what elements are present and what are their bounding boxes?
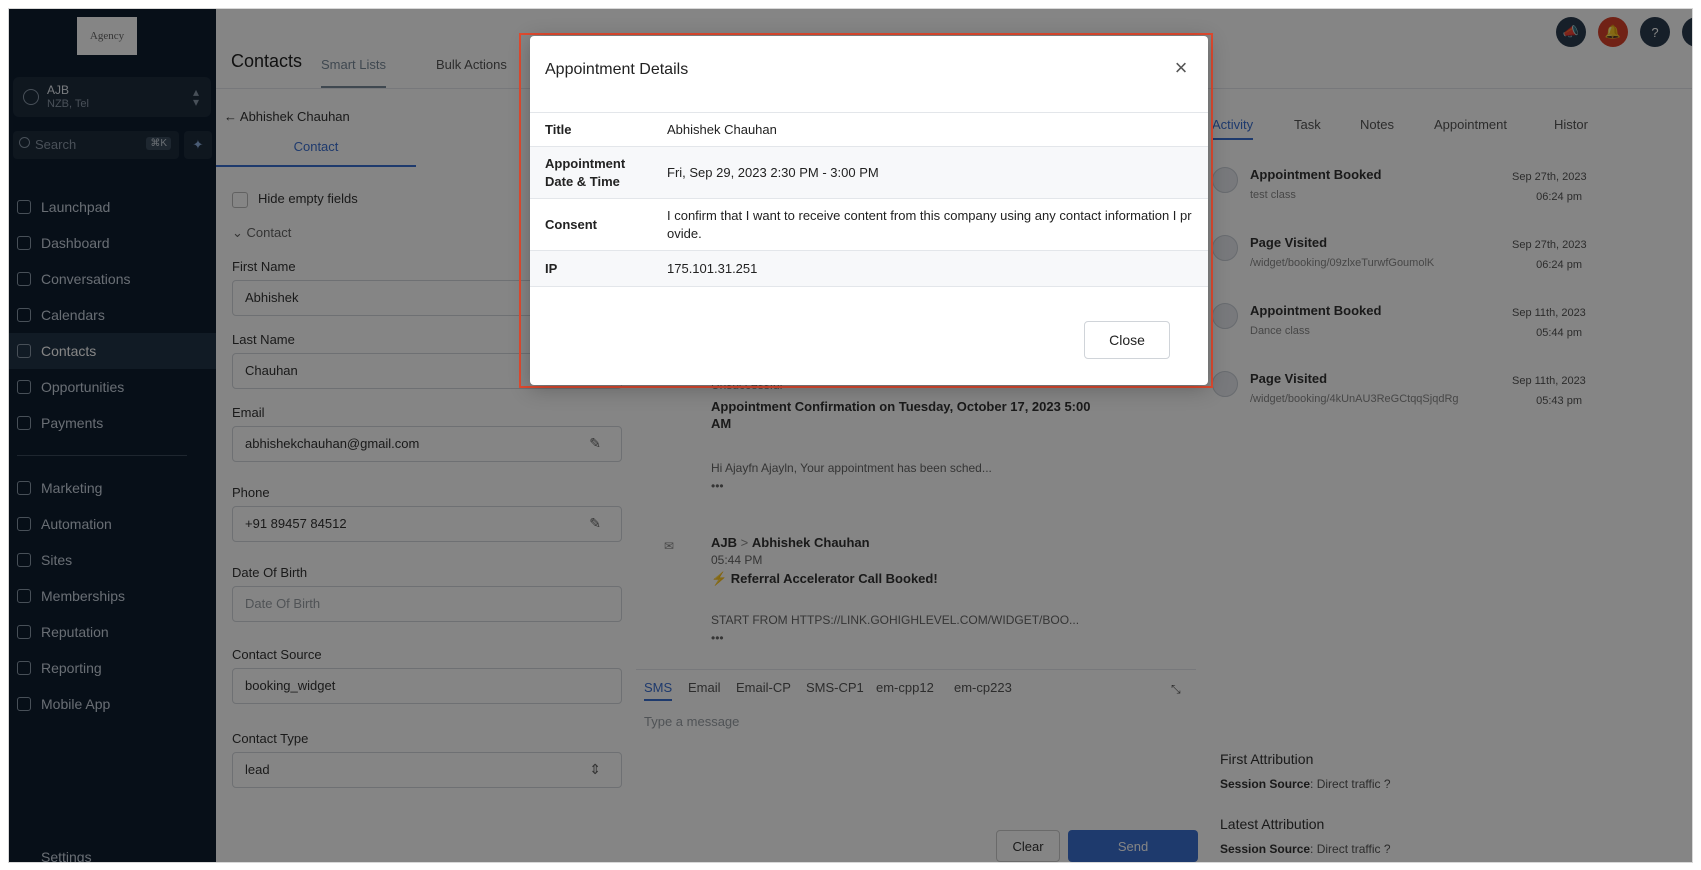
row-key: Title [545, 122, 572, 137]
table-row: IP 175.101.31.251 [530, 251, 1208, 287]
details-table: Title Abhishek Chauhan Appointment Date … [530, 112, 1208, 287]
row-key: Consent [545, 217, 597, 232]
table-row: Title Abhishek Chauhan [530, 113, 1208, 147]
close-button[interactable]: Close [1084, 321, 1170, 359]
row-value: I confirm that I want to receive content… [667, 208, 1192, 241]
close-icon[interactable]: × [1170, 57, 1192, 80]
modal-title: Appointment Details [545, 61, 689, 78]
table-row: Consent I confirm that I want to receive… [530, 199, 1208, 251]
app-window: Agency AJB NZB, Tel ▴ ▾ Search ⌘K ✦ Launc… [8, 8, 1693, 863]
appointment-details-modal: Appointment Details × Title Abhishek Cha… [530, 36, 1208, 385]
row-value: Fri, Sep 29, 2023 2:30 PM - 3:00 PM [667, 165, 879, 180]
row-key: IP [545, 261, 558, 276]
row-value: 175.101.31.251 [667, 261, 758, 276]
row-value: Abhishek Chauhan [667, 122, 777, 137]
table-row: Appointment Date & Time Fri, Sep 29, 202… [530, 147, 1208, 199]
row-key: Appointment Date & Time [545, 156, 626, 189]
